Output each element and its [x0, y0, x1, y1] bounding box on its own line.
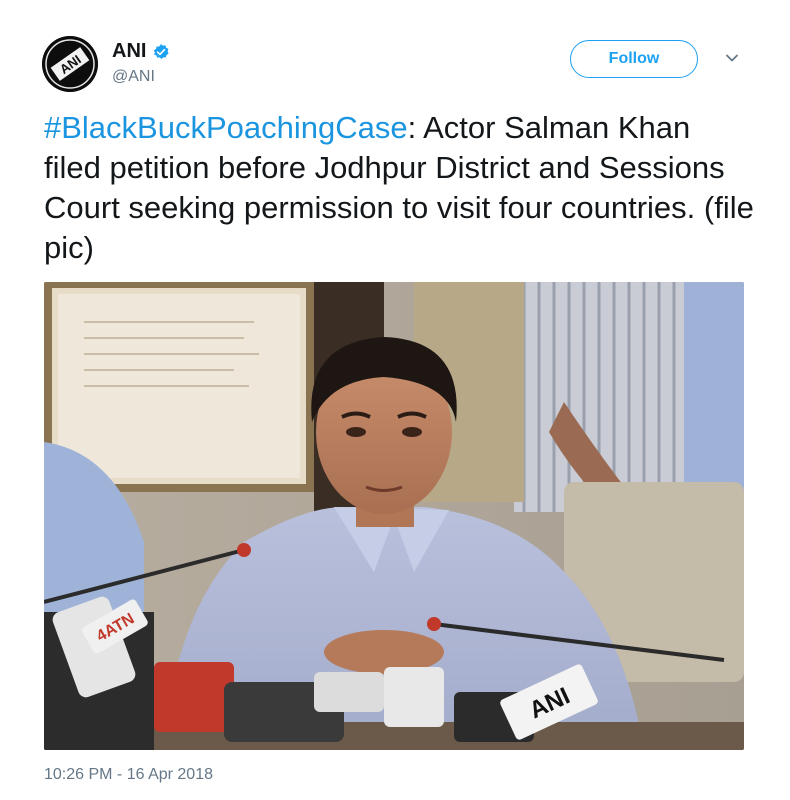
avatar[interactable]: ANI — [42, 36, 98, 92]
hashtag-link[interactable]: #BlackBuckPoachingCase — [44, 110, 408, 145]
author-row: ANI — [112, 40, 170, 63]
tweet-text: #BlackBuckPoachingCase: Actor Salman Kha… — [44, 108, 754, 268]
press-conference-photo: ANI 4ATN — [44, 282, 744, 750]
author-name[interactable]: ANI — [112, 40, 146, 63]
author-handle[interactable]: @ANI — [112, 68, 155, 86]
ani-logo-icon: ANI — [42, 36, 98, 92]
tweet-timestamp[interactable]: 10:26 PM - 16 Apr 2018 — [44, 766, 213, 784]
verified-badge-icon — [154, 43, 170, 59]
tweet-photo[interactable]: ANI 4ATN — [44, 282, 744, 750]
follow-button[interactable]: Follow — [570, 40, 698, 78]
chevron-down-icon[interactable] — [724, 50, 740, 66]
